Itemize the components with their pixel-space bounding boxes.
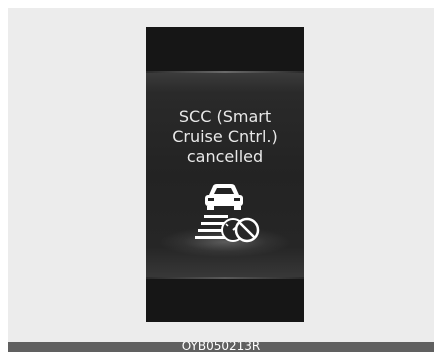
message-line-1: SCC (Smart xyxy=(178,107,272,126)
scc-cancelled-icon xyxy=(195,184,260,243)
bottom-divider xyxy=(146,277,304,279)
prohibition-icon xyxy=(234,217,260,243)
caption-bar: OYB050213R xyxy=(8,342,434,352)
message-line-3: cancelled xyxy=(186,147,264,166)
figure-code: OYB050213R xyxy=(181,342,261,352)
car-front-icon xyxy=(205,184,243,210)
top-divider xyxy=(146,71,304,73)
message-line-2: Cruise Cntrl.) xyxy=(172,127,278,146)
warning-message: SCC (Smart Cruise Cntrl.) cancelled xyxy=(146,107,304,167)
cluster-display: SCC (Smart Cruise Cntrl.) cancelled xyxy=(146,27,304,322)
